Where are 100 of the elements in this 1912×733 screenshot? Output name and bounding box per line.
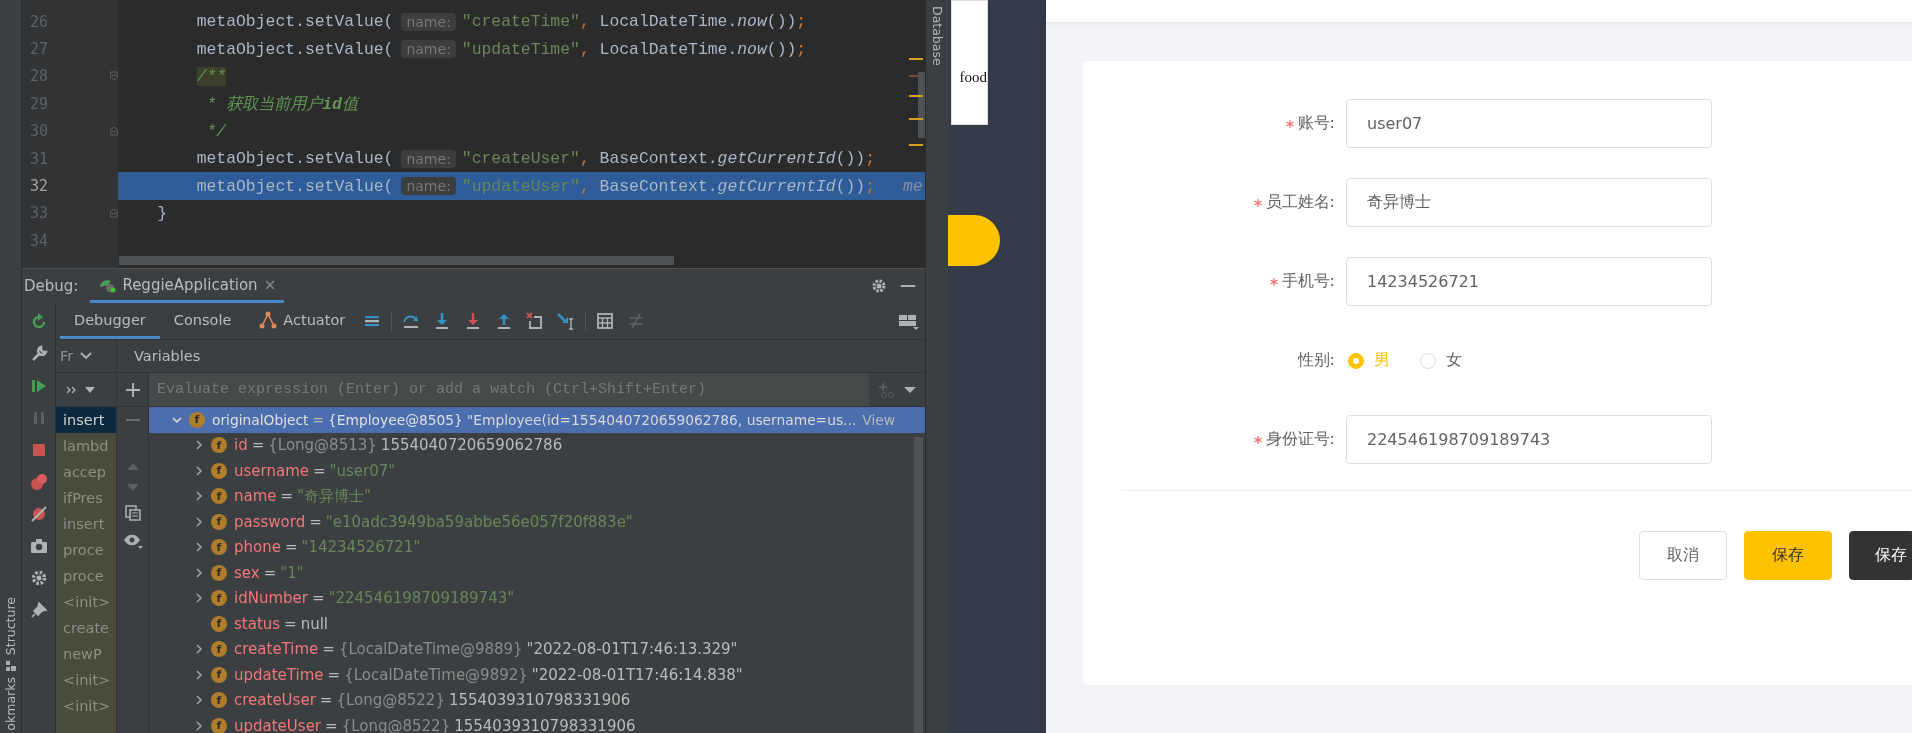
variable-row[interactable]: f password = "e10adc3949ba59abbe56e057f20f883e" — [149, 509, 925, 535]
eye-icon[interactable] — [122, 533, 143, 549]
variable-row[interactable]: f updateUser = {Long@8522} 1554039310798331906 — [149, 713, 925, 733]
equals-sign: = — [280, 487, 294, 506]
menu-pill[interactable] — [945, 215, 1000, 266]
field-label: 性别: — [1297, 350, 1335, 371]
field-icon: f — [211, 564, 227, 581]
stack-frame[interactable]: insert — [56, 511, 116, 537]
stack-frame[interactable]: <init> — [56, 667, 116, 693]
variable-value: 1554039310798331906 — [448, 691, 631, 710]
code-text: now — [737, 39, 767, 59]
variable-row[interactable]: f createTime = {LocalDateTime@9889} "2022-08-01T17:46:13.329" — [149, 636, 925, 662]
variable-value: 1554040720659062786 — [380, 436, 563, 455]
variable-value: 1554039310798331906 — [454, 716, 636, 733]
fold-marker-icon[interactable] — [110, 124, 118, 139]
variable-type: {LocalDateTime@9892} — [344, 665, 528, 684]
save-button[interactable]: 保存 — [1744, 531, 1832, 580]
variable-name: updateUser — [234, 716, 322, 733]
stack-frame[interactable]: lambd — [56, 433, 116, 459]
code-comment: * 获取当前用户id值 — [206, 93, 358, 115]
pin-icon[interactable] — [29, 601, 48, 619]
bookmarks-tool-label[interactable]: okmarks — [3, 677, 18, 731]
settings-icon[interactable] — [29, 569, 48, 587]
text-field[interactable]: 14234526721 — [1346, 257, 1712, 306]
variable-row[interactable]: f name = "奇异博士" — [149, 483, 925, 509]
variable-row[interactable]: f idNumber = "224546198709189743" — [149, 585, 925, 611]
field-label: 员工姓名: — [1265, 192, 1335, 213]
text-field[interactable]: 224546198709189743 — [1346, 415, 1712, 464]
chevron-down-icon[interactable] — [79, 351, 94, 361]
stack-frame[interactable]: <init> — [56, 589, 116, 615]
stack-frame[interactable]: proce — [56, 563, 116, 589]
equals-sign: = — [312, 411, 325, 428]
variable-name: phone — [234, 538, 281, 557]
double-chevron-icon[interactable] — [66, 384, 78, 395]
string-literal: "createUser" — [461, 149, 580, 169]
variable-name: password — [234, 512, 306, 531]
variable-name: id — [234, 436, 248, 455]
code-text: BaseContext. — [598, 149, 718, 169]
calculator-icon[interactable] — [596, 312, 615, 330]
fold-marker-icon[interactable] — [110, 206, 118, 221]
code-text: ()) — [835, 176, 866, 196]
structure-tool-label[interactable]: Structure — [3, 597, 18, 656]
variable-name: name — [234, 487, 277, 506]
breakpoints-icon[interactable] — [29, 473, 48, 491]
caret-icon[interactable] — [84, 384, 96, 395]
stack-frame[interactable]: newP — [56, 641, 116, 667]
settings-icon[interactable] — [871, 278, 887, 294]
run-to-cursor-icon[interactable] — [557, 312, 576, 330]
radio-icon[interactable] — [1348, 352, 1364, 369]
variable-row[interactable]: f id = {Long@8513} 1554040720659062786 — [149, 432, 925, 458]
layout-icon[interactable] — [897, 312, 919, 330]
code-text: ; — [865, 149, 875, 169]
parameter-hint: name: — [401, 149, 456, 168]
field-icon: f — [211, 539, 227, 556]
inline-value: me — [903, 176, 923, 196]
close-tab-button[interactable]: × — [263, 275, 277, 294]
equals-sign: = — [322, 640, 335, 659]
database-tool-label[interactable]: Database — [929, 6, 945, 66]
text-field[interactable]: user07 — [1346, 99, 1712, 148]
camera-icon[interactable] — [29, 537, 48, 555]
variable-name: createTime — [234, 640, 319, 659]
variable-row[interactable]: f status = null — [149, 611, 925, 637]
radio-icon[interactable] — [1420, 352, 1436, 369]
horizontal-scrollbar[interactable] — [119, 256, 674, 265]
code-text: , — [579, 12, 590, 32]
field-icon: f — [211, 590, 227, 607]
stack-frame[interactable]: insert — [56, 407, 116, 433]
radio-option[interactable]: 女 — [1420, 350, 1462, 371]
debug-tab[interactable]: Actuator — [245, 303, 360, 339]
variable-value: "user07" — [329, 461, 396, 480]
caret-icon[interactable] — [903, 384, 917, 395]
debug-tab[interactable]: Console — [159, 303, 246, 339]
variable-value: "Employee(id=1554040720659062786, username=us... — [466, 411, 857, 428]
equals-sign: = — [319, 691, 333, 710]
drop-frame-icon[interactable] — [526, 312, 545, 330]
code-text: ()) — [835, 149, 866, 169]
code-text: now — [737, 12, 767, 32]
variable-row[interactable]: f createUser = {Long@8522} 1554039310798331906 — [149, 687, 925, 713]
variable-row[interactable]: f sex = "1" — [149, 560, 925, 586]
field-icon: f — [211, 717, 227, 733]
resume-icon[interactable] — [29, 377, 48, 395]
cancel-button[interactable]: 取消 — [1639, 531, 1727, 580]
copy-icon[interactable] — [124, 505, 141, 521]
mute-breakpoints-icon[interactable] — [29, 505, 48, 523]
code-text: ; — [796, 12, 807, 32]
plus-icon[interactable] — [125, 382, 140, 397]
variable-row[interactable]: f phone = "14234526721" — [149, 534, 925, 560]
text-field[interactable]: 奇异博士 — [1346, 178, 1712, 227]
structure-icon[interactable] — [5, 661, 16, 672]
variable-row[interactable]: f username = "user07" — [149, 458, 925, 484]
stack-frame[interactable]: proce — [56, 537, 116, 563]
code-text: , — [579, 149, 590, 169]
equals-sign: = — [313, 461, 326, 480]
variable-row[interactable]: f originalObject = {Employee@8505} "Employee(id=1554040720659062786, username=us... View — [149, 407, 925, 433]
variable-name: sex — [234, 563, 260, 582]
stack-frame[interactable]: accep — [56, 459, 116, 485]
step-over-icon[interactable] — [402, 312, 421, 330]
stack-frame[interactable]: <init> — [56, 693, 116, 719]
variable-row[interactable]: f updateTime = {LocalDateTime@9892} "2022-08-01T17:46:14.838" — [149, 662, 925, 688]
save-button[interactable]: 保存 — [1849, 531, 1912, 580]
